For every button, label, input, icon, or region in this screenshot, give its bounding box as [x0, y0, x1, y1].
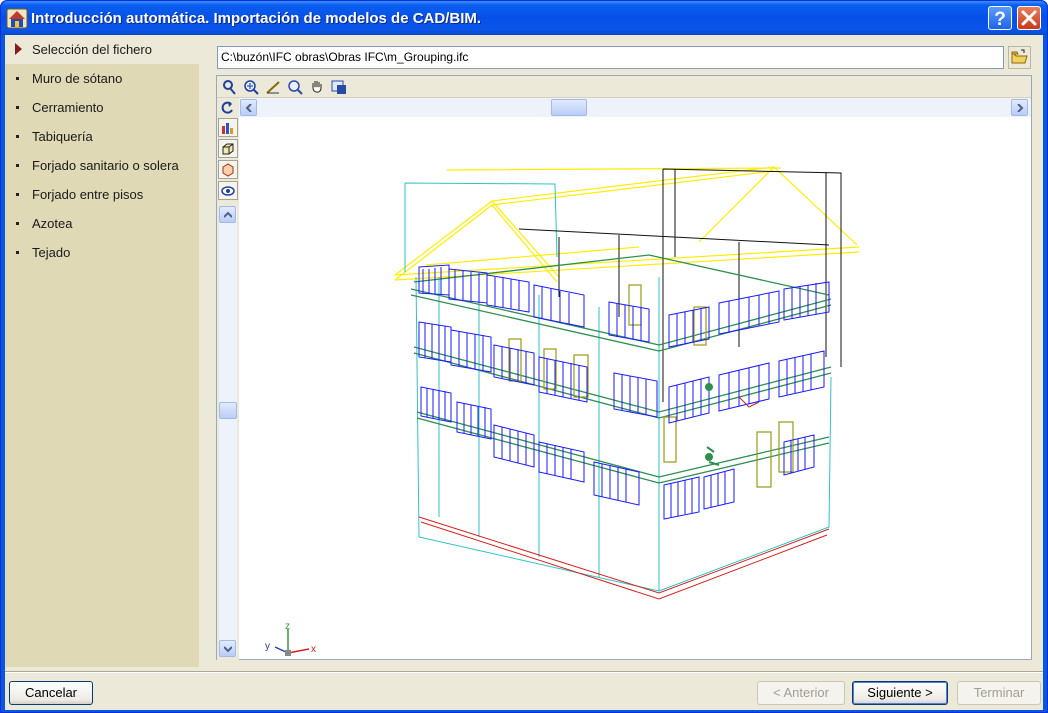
horizontal-scroll-thumb[interactable] — [551, 99, 587, 116]
bullet-icon — [16, 164, 19, 167]
step-label: Forjado entre pisos — [32, 187, 144, 202]
bullet-icon — [16, 135, 19, 138]
axis-label-x: x — [311, 644, 316, 655]
horizontal-scrollbar[interactable] — [239, 98, 1031, 117]
zoom-window-icon — [244, 80, 259, 95]
wizard-steps: Selección del fichero Muro de sótano Cer… — [5, 35, 199, 667]
step-label: Forjado sanitario o solera — [32, 158, 179, 173]
building-model — [394, 166, 860, 600]
model-viewer: z x y — [216, 75, 1032, 661]
cancel-button[interactable]: Cancelar — [9, 681, 93, 705]
svg-text:?: ? — [994, 9, 1006, 29]
step-forjado-pisos[interactable]: Forjado entre pisos — [5, 180, 199, 209]
scroll-down-button[interactable] — [219, 640, 236, 657]
title-bar[interactable]: Introducción automática. Importación de … — [1, 1, 1047, 35]
finish-button[interactable]: Terminar — [957, 681, 1041, 705]
vertical-scrollbar[interactable] — [219, 206, 237, 657]
scroll-right-button[interactable] — [1011, 99, 1028, 116]
next-button[interactable]: Siguiente > — [852, 681, 948, 705]
bullet-icon — [16, 77, 19, 80]
section-icon — [222, 162, 234, 177]
help-button[interactable]: ? — [988, 6, 1012, 30]
doors — [508, 284, 794, 488]
bullet-icon — [16, 106, 19, 109]
bottom-separator — [5, 671, 1043, 673]
dialog-window: Introducción automática. Importación de … — [0, 0, 1048, 713]
roof — [394, 166, 860, 283]
cube-view-icon — [222, 143, 234, 154]
app-house-icon — [6, 8, 28, 29]
view-options-icon — [331, 80, 346, 94]
bullet-icon — [16, 251, 19, 254]
axes-indicator: z x y — [265, 621, 316, 656]
select-tool[interactable] — [219, 78, 239, 96]
step-tabiqueria[interactable]: Tabiquería — [5, 122, 199, 151]
step-label: Tejado — [32, 245, 71, 260]
open-file-button[interactable] — [1008, 46, 1031, 69]
folder-open-icon — [1011, 49, 1028, 64]
base — [418, 516, 830, 600]
close-button[interactable] — [1017, 6, 1041, 30]
zoom-window-tool[interactable] — [241, 78, 261, 96]
previous-button[interactable]: < Anterior — [757, 681, 845, 705]
viewer-toolbar — [217, 76, 1031, 98]
file-path-field[interactable]: C:\buzón\IFC obras\Obras IFC\m_Grouping.… — [217, 46, 1004, 69]
building-3d-view[interactable]: z x y — [239, 117, 1031, 659]
step-cerramiento[interactable]: Cerramiento — [5, 93, 199, 122]
axis-label-z: z — [285, 621, 290, 632]
step-azotea[interactable]: Azotea — [5, 209, 199, 238]
fixtures — [705, 383, 760, 466]
bullet-icon — [16, 193, 19, 196]
black-frame — [518, 168, 842, 402]
pan-icon — [312, 81, 322, 93]
step-tejado[interactable]: Tejado — [5, 238, 199, 267]
rotate-icon — [221, 101, 233, 114]
visibility-tool[interactable] — [218, 181, 238, 200]
layers-tool[interactable] — [218, 118, 238, 137]
visibility-icon — [221, 185, 235, 196]
zoom-icon — [288, 80, 303, 95]
scroll-left-button[interactable] — [240, 99, 257, 116]
section-tool[interactable] — [218, 160, 238, 179]
step-label: Cerramiento — [32, 100, 104, 115]
step-label: Tabiquería — [32, 129, 93, 144]
cyan-frame — [404, 182, 832, 592]
windows — [418, 264, 830, 520]
chevron-up-icon — [223, 211, 232, 218]
window-title: Introducción automática. Importación de … — [31, 10, 482, 27]
step-muro-sotano[interactable]: Muro de sótano — [5, 64, 199, 93]
chevron-down-icon — [223, 645, 232, 652]
step-label: Muro de sótano — [32, 71, 123, 86]
step-label: Selección del fichero — [32, 42, 152, 57]
zoom-tool[interactable] — [285, 78, 305, 96]
axis-label-y: y — [265, 641, 270, 652]
close-icon — [1021, 10, 1037, 26]
current-step-arrow-icon — [15, 43, 22, 55]
select-icon — [223, 80, 236, 95]
cube-view-tool[interactable] — [218, 139, 238, 158]
step-forjado-sanitario[interactable]: Forjado sanitario o solera — [5, 151, 199, 180]
vertical-scroll-thumb[interactable] — [219, 402, 237, 419]
rotate-tool[interactable] — [218, 98, 238, 117]
measure-icon — [266, 81, 280, 94]
help-icon: ? — [994, 9, 1006, 30]
view-options-tool[interactable] — [329, 78, 349, 96]
layers-icon — [222, 122, 233, 134]
measure-tool[interactable] — [263, 78, 283, 96]
step-seleccion-fichero[interactable]: Selección del fichero — [5, 35, 199, 64]
chevron-right-icon — [1016, 103, 1023, 112]
bullet-icon — [16, 222, 19, 225]
pan-tool[interactable] — [307, 78, 327, 96]
scroll-up-button[interactable] — [219, 206, 236, 223]
chevron-left-icon — [245, 103, 252, 112]
step-label: Azotea — [32, 216, 73, 231]
dialog-client: Selección del fichero Muro de sótano Cer… — [5, 35, 1043, 710]
